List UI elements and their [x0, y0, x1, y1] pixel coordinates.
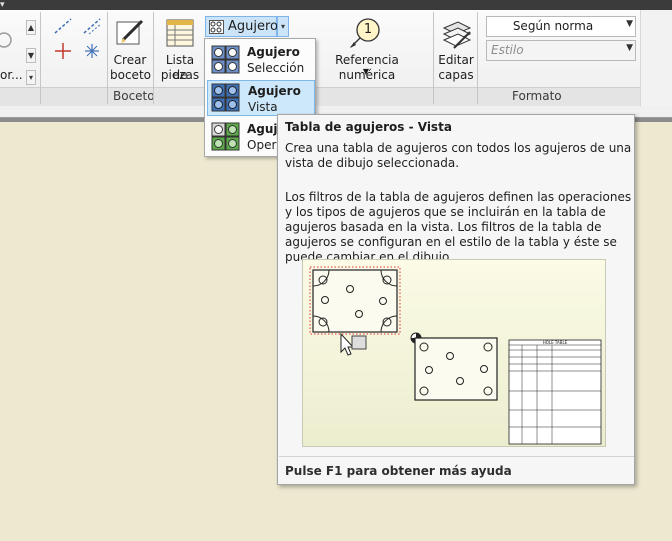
estilo-combo[interactable]: Estilo ▼ [486, 40, 636, 61]
scroll-down-arrow[interactable]: ▼ [26, 48, 36, 63]
crear-boceto-label-1[interactable]: Crear [110, 53, 150, 68]
agujero-label[interactable]: Agujero [228, 19, 278, 34]
ribbon-separator [433, 12, 434, 104]
tooltip-description: Crea una tabla de agujeros con todos los… [285, 141, 632, 170]
ribbon-separator [477, 12, 478, 104]
agujero-dropdown-arrow[interactable]: ▾ [277, 16, 289, 37]
menu-item-subtitle: Vista [248, 100, 278, 114]
menu-item-subtitle: Selección [247, 61, 305, 75]
quick-access-caret-icon[interactable]: ▾ [0, 0, 5, 10]
balloon-number: 1 [363, 22, 373, 37]
estilo-placeholder: Estilo [491, 43, 524, 57]
centerline-icon[interactable] [52, 16, 74, 36]
partial-tool-label: or... [0, 68, 23, 82]
group-label-boceto: Boceto [113, 89, 155, 103]
menu-item-agujero-vista[interactable]: Agujero Vista [207, 80, 315, 116]
bisector-icon[interactable] [81, 16, 103, 36]
menu-item-title: Agujero [248, 84, 301, 98]
center-mark-icon[interactable] [52, 41, 74, 61]
hole-table-icon [209, 20, 224, 37]
ribbon-separator [107, 12, 108, 104]
ribbon-separator [40, 12, 41, 104]
tooltip-separator [279, 456, 634, 457]
editar-capas-label-1[interactable]: Editar [436, 53, 476, 68]
group-label-formato: Formato [512, 89, 562, 103]
referencia-dropdown-icon[interactable]: ▼ [360, 64, 372, 79]
crear-boceto-label-2[interactable]: boceto [110, 68, 151, 83]
menu-item-title: Agujero [247, 45, 300, 59]
ribbon-separator [153, 12, 154, 104]
ribbon-right-edge [640, 10, 672, 106]
menu-item-agujero-seleccion[interactable]: Agujero Selección [207, 42, 315, 78]
expand-gallery-arrow[interactable]: ▾ [26, 70, 36, 85]
tooltip-panel: Tabla de agujeros - Vista Crea una tabla… [277, 114, 635, 485]
tooltip-details: Los filtros de la tabla de agujeros defi… [285, 190, 632, 264]
style-standard-value: Según norma [512, 19, 594, 33]
tooltip-title: Tabla de agujeros - Vista [285, 120, 452, 134]
tooltip-illustration: HOLE TABLE [302, 259, 606, 447]
layers-icon[interactable] [440, 18, 472, 53]
tooltip-help-hint: Pulse F1 para obtener más ayuda [285, 464, 512, 478]
hole-view-icon [211, 83, 241, 116]
scroll-up-arrow[interactable]: ▲ [26, 20, 36, 35]
editar-capas-label-2[interactable]: capas [436, 68, 476, 83]
title-bar: ▾ [0, 0, 672, 10]
hole-feature-icon [211, 122, 241, 155]
illustration-table-title: HOLE TABLE [543, 340, 568, 345]
hole-selection-icon [211, 45, 241, 78]
partial-tool-icon[interactable] [0, 22, 14, 55]
sketch-pencil-icon[interactable] [115, 18, 145, 51]
chevron-down-icon[interactable]: ▼ [626, 43, 633, 53]
style-standard-combo[interactable]: Según norma ▼ [486, 16, 636, 37]
chevron-down-icon[interactable]: ▼ [626, 19, 633, 29]
lista-piezas-label-2[interactable]: piezas [158, 68, 202, 83]
parts-list-icon[interactable] [165, 18, 195, 51]
center-pattern-icon[interactable] [81, 41, 103, 61]
